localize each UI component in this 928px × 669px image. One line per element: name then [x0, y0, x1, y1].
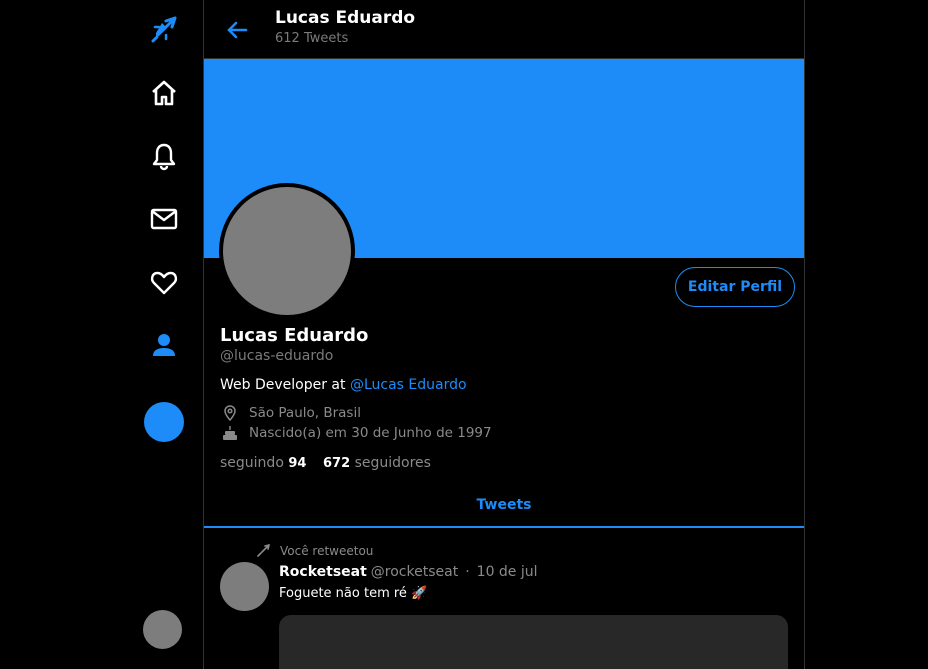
current-user-avatar[interactable] — [143, 610, 182, 649]
profile-birthday: Nascido(a) em 30 de Junho de 1997 — [222, 425, 492, 441]
followers-label: seguidores — [354, 455, 431, 471]
bio-text: Web Developer at — [220, 377, 350, 393]
tweet-header: Rocketseat @rocketseat · 10 de jul — [279, 564, 538, 580]
active-tab-indicator — [204, 526, 804, 528]
tweet-separator: · — [465, 564, 470, 580]
topbar-profile-name: Lucas Eduardo — [275, 8, 416, 28]
bio-mention-link[interactable]: @Lucas Eduardo — [350, 377, 467, 393]
retweet-rocket-icon — [257, 544, 270, 557]
person-icon[interactable] — [148, 329, 180, 361]
following-count: 94 — [288, 456, 307, 471]
location-pin-icon — [222, 405, 238, 421]
profile-bio: Web Developer at @Lucas Eduardo — [220, 377, 467, 393]
profile-main: Lucas Eduardo 612 Tweets Editar Perfil L… — [203, 0, 805, 669]
profile-topbar: Lucas Eduardo 612 Tweets — [204, 0, 804, 59]
tweet-date[interactable]: 10 de jul — [477, 564, 538, 580]
tweet-author-avatar[interactable] — [220, 562, 269, 611]
profile-name: Lucas Eduardo — [220, 325, 369, 346]
tweet-author-handle: @rocketseat — [370, 564, 459, 580]
tab-tweets[interactable]: Tweets — [204, 483, 804, 526]
following-label: seguindo — [220, 455, 284, 471]
followers-link[interactable]: 672 seguidores — [323, 455, 431, 471]
profile-handle: @lucas-eduardo — [220, 348, 334, 364]
birthday-text: Nascido(a) em 30 de Junho de 1997 — [249, 425, 492, 441]
tweet-author-name[interactable]: Rocketseat — [279, 564, 367, 580]
back-arrow-icon[interactable] — [224, 17, 250, 43]
followers-count: 672 — [323, 456, 351, 471]
topbar-tweet-count: 612 Tweets — [275, 31, 349, 46]
birthday-cake-icon — [222, 425, 238, 441]
sidebar — [124, 0, 204, 669]
heart-icon[interactable] — [148, 266, 180, 298]
home-icon[interactable] — [148, 77, 180, 109]
profile-location: São Paulo, Brasil — [222, 405, 361, 421]
bell-icon[interactable] — [148, 140, 180, 172]
following-link[interactable]: seguindo 94 — [220, 455, 306, 471]
mail-icon[interactable] — [148, 203, 180, 235]
tweet-media[interactable] — [279, 615, 788, 669]
compose-tweet-button[interactable] — [144, 402, 184, 442]
location-text: São Paulo, Brasil — [249, 405, 361, 421]
tweet-text: Foguete não tem ré 🚀 — [279, 586, 428, 601]
edit-profile-button[interactable]: Editar Perfil — [675, 267, 795, 307]
twitter-clone-app: Lucas Eduardo 612 Tweets Editar Perfil L… — [0, 0, 928, 669]
profile-avatar[interactable] — [219, 183, 355, 319]
rocket-logo-icon[interactable] — [148, 13, 180, 45]
retweet-label: Você retweetou — [280, 544, 374, 558]
